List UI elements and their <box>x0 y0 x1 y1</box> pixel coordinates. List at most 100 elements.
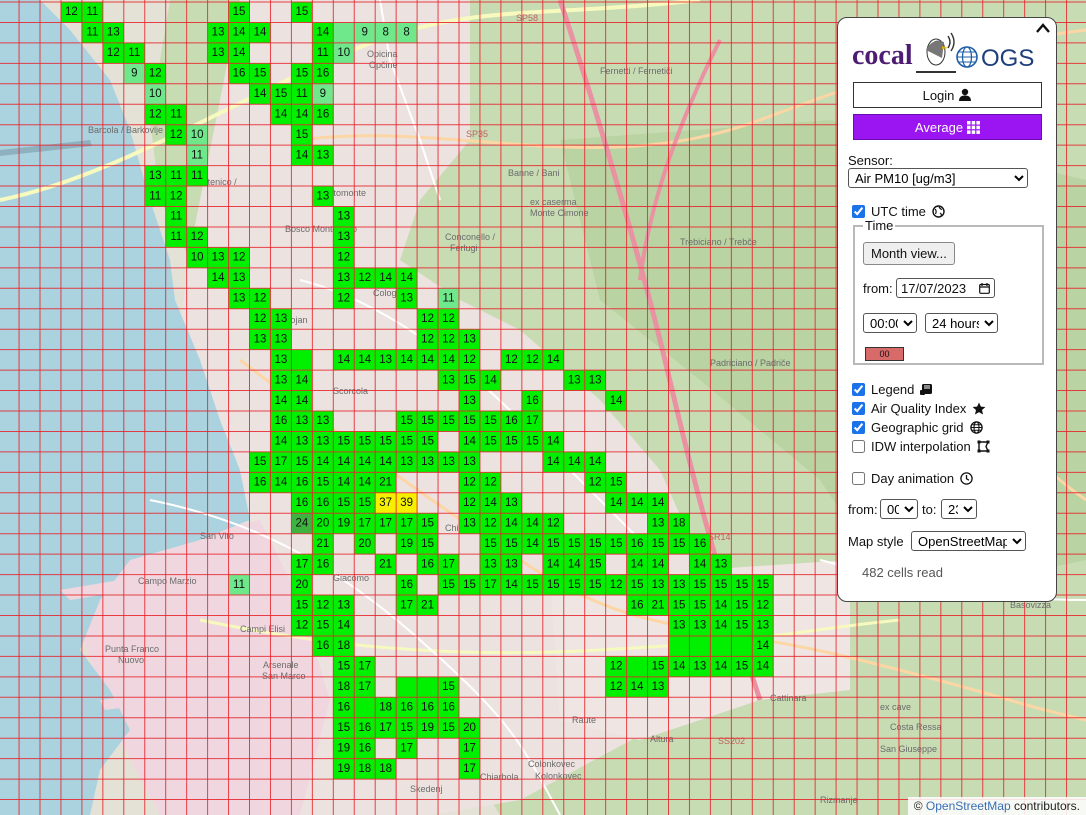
sensor-cell-value: 13 <box>673 579 686 591</box>
openstreetmap-link[interactable]: OpenStreetMap <box>926 799 1011 813</box>
sensor-cell-value: 13 <box>275 374 288 386</box>
cocal-logo-text: cocal <box>852 40 913 71</box>
sensor-cell-value: 15 <box>756 579 769 591</box>
sensor-cell-value: 15 <box>295 599 308 611</box>
ogs-globe-icon <box>956 46 978 68</box>
sensor-cell-value: 15 <box>652 538 665 550</box>
map-place-label: Chiarbola <box>480 772 519 782</box>
sensor-cell-value: 12 <box>107 47 120 59</box>
sensor-cell[interactable] <box>291 349 313 371</box>
sensor-cell-value: 13 <box>400 456 413 468</box>
sensor-cell-value: 15 <box>316 477 329 489</box>
sensor-cell-value: 15 <box>421 436 434 448</box>
idw-row: IDW interpolation <box>852 439 990 454</box>
sensor-cell-value: 15 <box>358 497 371 509</box>
sensor-cell-value: 15 <box>233 6 246 18</box>
sensor-cell-value: 19 <box>400 538 413 550</box>
idw-interpolation-checkbox[interactable] <box>852 440 865 453</box>
control-panel: cocal OGS Login Average Sensor: Air PM10… <box>837 17 1057 602</box>
sensor-cell-value: 14 <box>295 149 308 161</box>
utc-time-checkbox[interactable] <box>852 205 865 218</box>
sensor-cell-value: 15 <box>400 722 413 734</box>
globe-clock-icon <box>932 205 945 218</box>
aqi-checkbox[interactable] <box>852 402 865 415</box>
sensor-cell-value: 14 <box>484 374 497 386</box>
star-icon <box>972 402 986 415</box>
month-view-button[interactable]: Month view... <box>863 242 955 265</box>
clock-icon <box>960 472 973 485</box>
sensor-cell-value: 18 <box>673 517 686 529</box>
sensor-cell[interactable] <box>354 697 376 718</box>
calendar-icon <box>979 282 990 294</box>
sensor-cell[interactable] <box>333 22 355 43</box>
sensor-cell-value: 14 <box>547 354 560 366</box>
sensor-cell[interactable] <box>417 676 439 698</box>
sensor-cell-value: 10 <box>149 88 162 100</box>
map-style-select[interactable]: OpenStreetMap <box>911 531 1026 551</box>
sensor-cell-value: 14 <box>358 354 371 366</box>
sensor-cell-value: 12 <box>589 477 602 489</box>
sensor-cell[interactable] <box>689 635 711 657</box>
aqi-row: Air Quality Index <box>852 401 986 416</box>
sensor-cell-value: 19 <box>337 517 350 529</box>
sensor-cell-value: 14 <box>275 436 288 448</box>
average-button[interactable]: Average <box>853 114 1042 140</box>
sensor-cell[interactable] <box>731 635 753 657</box>
sensor-cell-value: 17 <box>295 558 308 570</box>
utc-time-label: UTC time <box>871 204 926 219</box>
sensor-cell[interactable] <box>710 635 732 657</box>
sensor-cell-value: 13 <box>337 211 350 223</box>
login-label: Login <box>922 87 955 103</box>
sensor-cell-value: 14 <box>631 681 644 693</box>
sensor-cell-value: 13 <box>275 313 288 325</box>
sensor-cell-value: 14 <box>295 108 308 120</box>
sensor-cell-value: 13 <box>233 293 246 305</box>
sensor-cell-value: 17 <box>358 681 371 693</box>
duration-select[interactable]: 24 hours <box>925 313 998 333</box>
sensor-cell[interactable] <box>668 635 690 657</box>
geographic-grid-checkbox[interactable] <box>852 421 865 434</box>
sensor-cell[interactable] <box>396 676 418 698</box>
sensor-cell-value: 11 <box>233 579 245 591</box>
sensor-cell-value: 15 <box>421 517 434 529</box>
sensor-cell-value: 15 <box>484 538 497 550</box>
login-button[interactable]: Login <box>853 82 1042 108</box>
sensor-cell-value: 16 <box>316 640 329 652</box>
sensor-cell-value: 14 <box>589 456 602 468</box>
sensor-cell-value: 15 <box>421 415 434 427</box>
sensor-cell-value: 15 <box>295 68 308 80</box>
from-label: from: <box>863 281 893 296</box>
sensor-cell-value: 13 <box>463 395 476 407</box>
date-input[interactable]: 17/07/2023 <box>896 278 995 298</box>
animation-from-select[interactable]: 00 <box>880 499 918 519</box>
sensor-cell-value: 14 <box>652 558 665 570</box>
map-place-label: Conconello / <box>445 232 496 242</box>
ogs-logo-text: OGS <box>981 45 1034 72</box>
sensor-cell-value: 17 <box>400 742 413 754</box>
sensor-cell-value: 9 <box>362 27 368 39</box>
hour-select[interactable]: 00:00 <box>863 313 917 333</box>
average-label: Average <box>914 119 964 135</box>
sensor-cell-value: 15 <box>735 599 748 611</box>
legend-checkbox[interactable] <box>852 383 865 396</box>
sensor-cell-value: 24 <box>295 517 308 529</box>
sensor-cell-value: 15 <box>442 722 455 734</box>
sensor-cell-value: 11 <box>86 27 98 39</box>
geogrid-row: Geographic grid <box>852 420 983 435</box>
sensor-cell-value: 21 <box>379 558 392 570</box>
sensor-cell-value: 16 <box>254 477 267 489</box>
sensor-cell-value: 13 <box>337 231 350 243</box>
sensor-cell-value: 13 <box>484 558 497 570</box>
sensor-cell-value: 14 <box>568 558 581 570</box>
map-place-label: Trebiciano / Trebče <box>680 237 757 247</box>
sensor-cell-value: 15 <box>694 599 707 611</box>
sensor-cell-value: 14 <box>254 88 267 100</box>
sensor-cell-value: 11 <box>128 47 140 59</box>
sensor-cell-value: 13 <box>756 620 769 632</box>
sensor-cell-value: 13 <box>463 333 476 345</box>
sensor-select[interactable]: Air PM10 [ug/m3] <box>848 168 1028 188</box>
sensor-cell-value: 11 <box>170 211 182 223</box>
sensor-cell[interactable] <box>626 656 648 677</box>
day-animation-checkbox[interactable] <box>852 472 865 485</box>
animation-to-select[interactable]: 23 <box>941 499 977 519</box>
